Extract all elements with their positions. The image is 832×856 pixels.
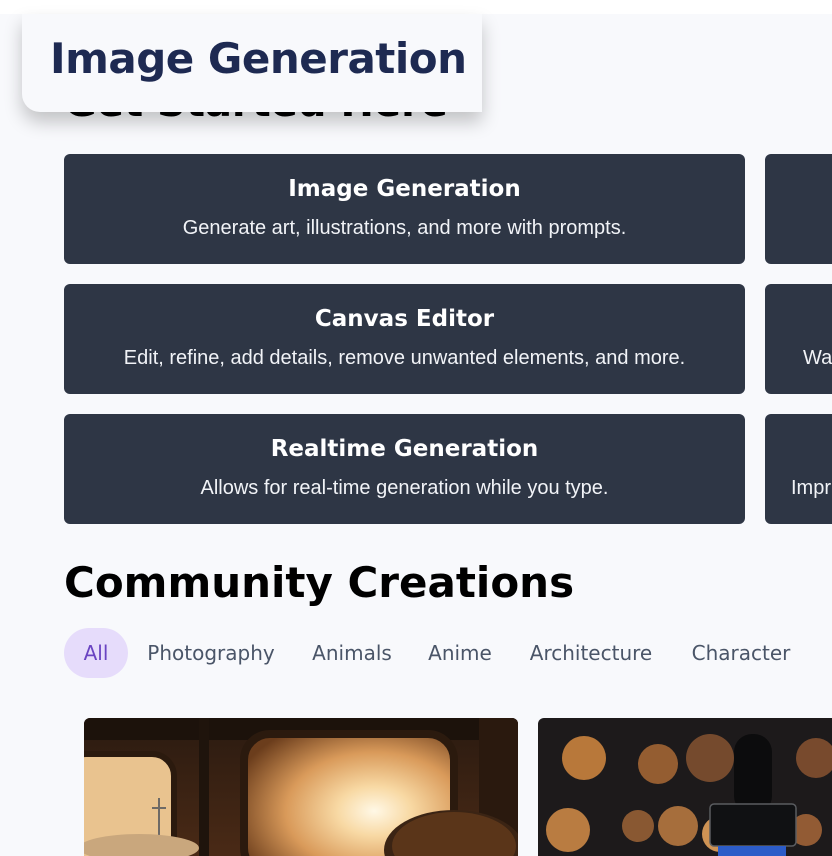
tool-card-description: Allows for real-time generation while yo… (200, 477, 609, 499)
tool-card-description: Generate art, illustrations, and more wi… (182, 217, 627, 239)
community-creations-title: Community Creations (64, 558, 575, 607)
filter-animals[interactable]: Animals (302, 628, 402, 678)
page-header: Image Generation (22, 14, 482, 112)
filter-all[interactable]: All (64, 628, 128, 678)
tool-card-right-2[interactable]: Wa (765, 284, 832, 394)
filter-anime[interactable]: Anime (418, 628, 502, 678)
get-started-heading: Get Started Here (64, 112, 448, 126)
tool-card-canvas-editor[interactable]: Canvas Editor Edit, refine, add details,… (64, 284, 745, 394)
page-title: Image Generation (50, 34, 467, 83)
tool-card-realtime-generation[interactable]: Realtime Generation Allows for real-time… (64, 414, 745, 524)
filter-photography[interactable]: Photography (136, 628, 286, 678)
dropper-bottle-image (538, 718, 832, 856)
tool-card-right-3[interactable]: Impr (765, 414, 832, 524)
train-window-image (84, 718, 518, 856)
tool-card-title: Canvas Editor (314, 306, 495, 332)
tool-card-description: Wa (803, 347, 832, 369)
community-image-train-window[interactable] (84, 718, 518, 856)
community-image-dropper-bottle[interactable] (538, 718, 832, 856)
tool-card-description: Edit, refine, add details, remove unwant… (123, 347, 686, 369)
get-started-heading-clip: Get Started Here (0, 112, 832, 126)
tool-card-title: Image Generation (288, 176, 521, 202)
tool-card-title: Realtime Generation (270, 436, 539, 462)
tool-card-right-1[interactable] (765, 154, 832, 264)
filter-character[interactable]: Character (680, 628, 802, 678)
tool-card-description: Impr (791, 477, 831, 499)
filter-architecture[interactable]: Architecture (518, 628, 664, 678)
tool-card-image-generation[interactable]: Image Generation Generate art, illustrat… (64, 154, 745, 264)
